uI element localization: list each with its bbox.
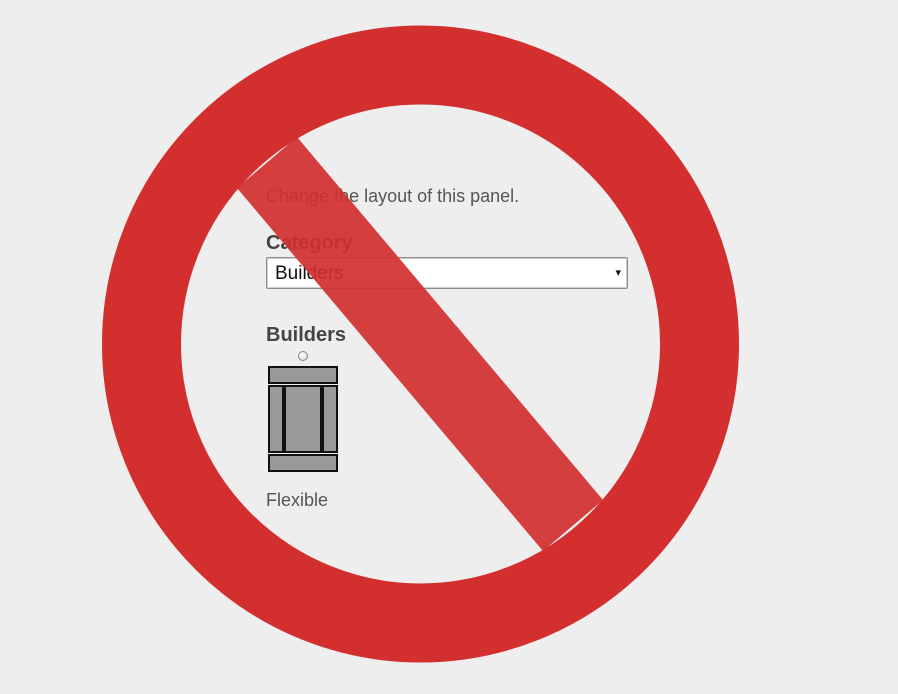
thumbnail-right-column bbox=[322, 385, 338, 453]
thumbnail-center-column bbox=[284, 385, 322, 453]
layout-radio-flexible[interactable] bbox=[298, 351, 308, 361]
layout-option-label: Flexible bbox=[266, 490, 329, 510]
category-select[interactable]: Builders ▾ bbox=[266, 257, 628, 289]
category-select-value: Builders bbox=[275, 263, 344, 284]
layout-option-flexible[interactable]: Flexible bbox=[266, 348, 346, 518]
flexible-layout-thumbnail-icon[interactable] bbox=[268, 366, 338, 472]
thumbnail-left-column bbox=[268, 385, 284, 453]
thumbnail-footer-block bbox=[268, 454, 338, 472]
change-layout-panel: Change the layout of this panel. Categor… bbox=[266, 0, 646, 694]
intro-text: Change the layout of this panel. bbox=[266, 186, 520, 206]
category-label: Category bbox=[266, 232, 353, 254]
thumbnail-header-block bbox=[268, 366, 338, 384]
section-heading: Builders bbox=[266, 324, 347, 346]
dropdown-arrow-icon: ▾ bbox=[615, 267, 621, 279]
